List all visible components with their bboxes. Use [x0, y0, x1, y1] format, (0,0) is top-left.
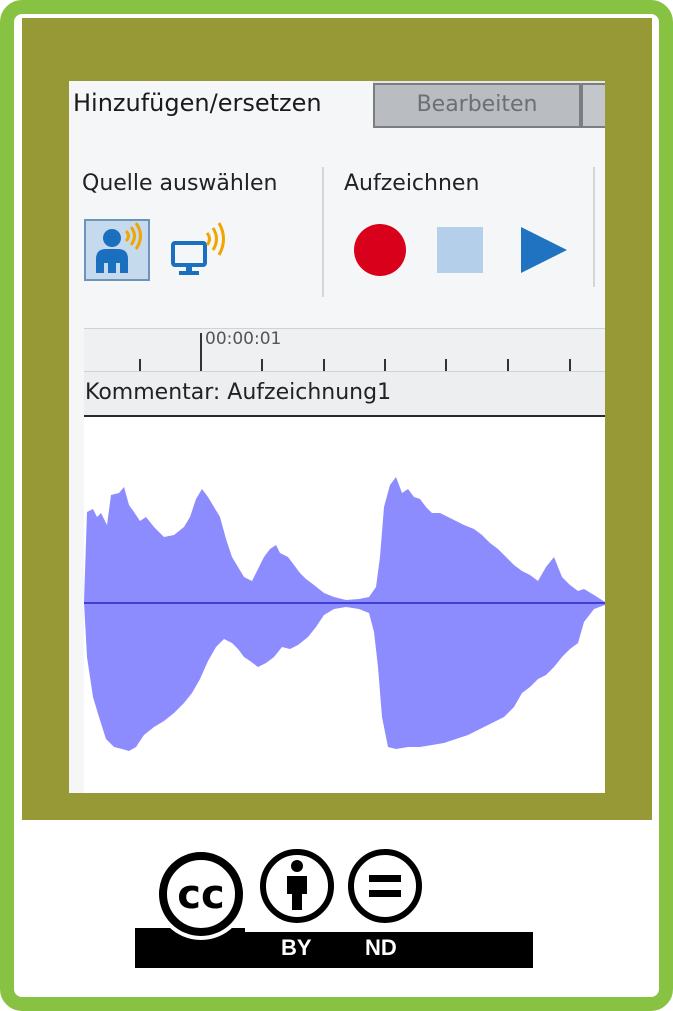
tab-overflow[interactable] [581, 83, 605, 126]
record-group-label: Aufzeichnen [344, 171, 480, 196]
license-nd-label: ND [365, 935, 397, 960]
stop-button[interactable] [435, 225, 485, 275]
no-derivatives-equals-icon [348, 849, 422, 923]
license-by-label: BY [281, 935, 312, 960]
timeline-ruler[interactable] [84, 328, 605, 371]
audio-editor-window: Hinzufügen/ersetzen Bearbeiten Quelle au… [69, 81, 605, 793]
stop-icon [437, 227, 483, 273]
ribbon-separator [593, 167, 595, 287]
computer-audio-icon [171, 222, 225, 275]
play-button[interactable] [517, 225, 571, 275]
play-icon [521, 227, 567, 273]
microphone-source-button[interactable] [84, 219, 150, 281]
audio-waveform [84, 477, 605, 751]
record-icon [354, 224, 406, 276]
microphone-person-icon [96, 222, 142, 273]
record-button[interactable] [351, 221, 409, 279]
cc-badge-graphic: cc [135, 848, 543, 968]
tab-divider [373, 126, 605, 128]
svg-text:cc: cc [177, 872, 224, 918]
track-label[interactable]: Kommentar: Aufzeichnung1 [84, 371, 605, 417]
waveform-area[interactable] [84, 417, 605, 793]
computer-audio-source-button[interactable] [165, 219, 235, 281]
tab-bar: Hinzufügen/ersetzen Bearbeiten [69, 81, 605, 128]
cc-license-badge: cc BY ND [135, 846, 543, 970]
ruler-time-label: 00:00:01 [205, 329, 282, 349]
tab-bearbeiten[interactable]: Bearbeiten [373, 83, 581, 126]
source-group-label: Quelle auswählen [82, 171, 278, 196]
ribbon-separator [322, 167, 324, 297]
ruler-ticks [139, 333, 571, 371]
tab-hinzufuegen-ersetzen[interactable]: Hinzufügen/ersetzen [69, 81, 373, 127]
